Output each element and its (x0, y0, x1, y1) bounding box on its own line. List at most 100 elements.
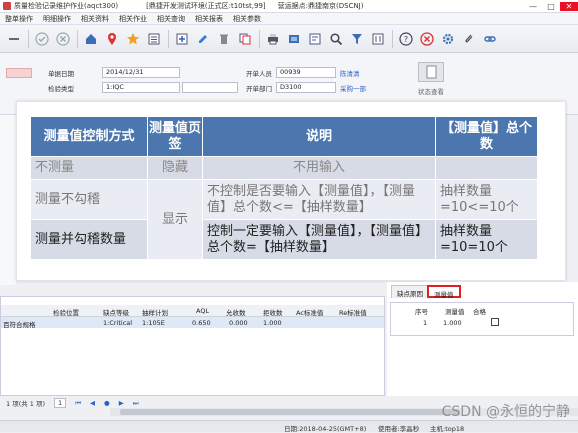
close-window-button[interactable]: ✕ (560, 1, 578, 11)
minimize-window-button[interactable]: — (524, 2, 542, 11)
header-description: 说明 (202, 116, 436, 157)
table-cell: 不测量 (30, 156, 148, 180)
app-icon (3, 2, 11, 10)
column-header[interactable]: Re标准值 (339, 307, 367, 317)
next-page-button[interactable]: ▶ (119, 399, 124, 407)
pass-checkbox[interactable] (491, 318, 499, 326)
filter-icon[interactable] (347, 29, 367, 49)
link-icon[interactable] (480, 29, 500, 49)
column-header[interactable]: AQL (196, 307, 209, 315)
scrollbar-thumb[interactable] (120, 409, 460, 415)
table-cell: 1:Critical (103, 319, 133, 327)
table-cell: 1:105E (142, 319, 165, 327)
left-edge-panel (0, 115, 16, 285)
edit-icon[interactable] (193, 29, 213, 49)
table-cell: 0.000 (229, 319, 248, 327)
sort-icon[interactable] (368, 29, 388, 49)
detail-grid: 检验位置 缺点等级 抽样计划 AQL 允收数 拒收数 Ac标准值 Re标准值 百… (0, 296, 385, 396)
column-header[interactable]: 允收数 (226, 307, 246, 317)
add-icon[interactable] (172, 29, 192, 49)
collapse-icon[interactable] (4, 29, 24, 49)
table-cell: 不控制是否要输入【测量值】，【测量值】总个数<=【抽样数量】 (202, 179, 436, 220)
site-label: 营运据点:鼎捷南京(DSCNJ) (277, 2, 364, 10)
measure-value[interactable]: 1.000 (443, 319, 462, 327)
last-page-button[interactable]: ⏭ (133, 399, 139, 408)
export-icon[interactable] (284, 29, 304, 49)
check-icon[interactable] (32, 29, 52, 49)
explanation-table: 测量值控制方式 测量值页签 说明 【测量值】总个数 不测量 隐藏 不用输入 测量… (30, 116, 538, 260)
header-total-count: 【测量值】总个数 (435, 116, 538, 157)
grid-header: 检验位置 缺点等级 抽样计划 AQL 允收数 拒收数 Ac标准值 Re标准值 (1, 305, 384, 317)
menu-item-doc-ops[interactable]: 整单操作 (0, 14, 38, 24)
home-icon[interactable] (81, 29, 101, 49)
column-header[interactable]: 序号 (415, 306, 428, 316)
page-input[interactable]: 1 (54, 398, 67, 408)
help-icon[interactable]: ? (396, 29, 416, 49)
print-icon[interactable] (263, 29, 283, 49)
list-icon[interactable] (144, 29, 164, 49)
dept-code-field[interactable]: D3100 (276, 82, 336, 93)
measurement-control-explanation: 测量值控制方式 测量值页签 说明 【测量值】总个数 不测量 隐藏 不用输入 测量… (16, 101, 566, 281)
window-title: 质量检验记录维护作业(aqct300) (14, 2, 119, 10)
menu-item-related-query[interactable]: 相关查询 (152, 14, 190, 24)
dept-label: 开单部门 (246, 85, 272, 93)
environment-label: [鼎捷开发测试环境(正式区:t10tst,99] (146, 2, 266, 10)
title-bar: 质量检验记录维护作业(aqct300) [鼎捷开发测试环境(正式区:t10tst… (0, 0, 578, 13)
table-cell: 1.000 (263, 319, 282, 327)
column-header[interactable]: Ac标准值 (296, 307, 323, 317)
measurement-grid: 序号 测量值 合格 1 1.000 (390, 302, 574, 336)
attach-icon[interactable] (459, 29, 479, 49)
settings-icon[interactable] (438, 29, 458, 49)
inspect-type-select[interactable]: 1:IQC (102, 82, 180, 93)
column-header[interactable]: 检验位置 (53, 307, 79, 317)
dept-name[interactable]: 采购一部 (340, 83, 366, 93)
tab-measurement[interactable]: 测量值 (427, 285, 461, 299)
cancel-icon[interactable] (53, 29, 73, 49)
menu-item-detail-ops[interactable]: 明细操作 (38, 14, 76, 24)
header-tab: 测量值页签 (147, 116, 203, 157)
doc-status-icon[interactable] (418, 62, 444, 82)
menu-item-related-reports[interactable]: 相关报表 (190, 14, 228, 24)
opener-name[interactable]: 陈清清 (340, 68, 360, 78)
column-header[interactable]: 拒收数 (263, 307, 283, 317)
column-header[interactable]: 抽样计划 (142, 307, 168, 317)
menu-bar: 整单操作 明细操作 相关资料 相关作业 相关查询 相关报表 相关参数 (0, 13, 578, 25)
search-icon[interactable] (326, 29, 346, 49)
locate-icon[interactable] (102, 29, 122, 49)
table-cell (435, 156, 538, 180)
table-cell: 控制一定要输入【测量值】，【测量值】总个数=【抽样数量】 (202, 219, 436, 260)
status-bar: 日期:2018-04-25(GMT+8) 使用者:李晶秒 主机:top18 (0, 420, 578, 433)
opener-code-field[interactable]: 00939 (276, 67, 336, 78)
column-header[interactable]: 合格 (473, 306, 486, 316)
column-header[interactable]: 测量值 (445, 306, 465, 316)
delete-icon[interactable] (214, 29, 234, 49)
first-page-button[interactable]: ⏮ (75, 399, 81, 408)
table-cell: 百符合规格 (3, 321, 36, 329)
doc-number-field[interactable] (6, 68, 32, 78)
star-icon[interactable] (123, 29, 143, 49)
prev-page-button[interactable]: ◀ (90, 399, 95, 407)
menu-item-related-data[interactable]: 相关资料 (76, 14, 114, 24)
menu-item-related-params[interactable]: 相关参数 (228, 14, 266, 24)
pager-summary: 1 项(共 1 项) (6, 400, 46, 408)
inspect-type-label: 检验类型 (48, 85, 74, 93)
doc-date-field[interactable]: 2014/12/31 (102, 67, 180, 78)
copy-icon[interactable] (235, 29, 255, 49)
toolbar: ? (0, 25, 578, 53)
error-icon[interactable] (417, 29, 437, 49)
query-icon[interactable] (305, 29, 325, 49)
table-cell: 测量不勾稽 (30, 179, 148, 220)
maximize-window-button[interactable]: □ (542, 2, 560, 11)
table-row[interactable]: 百符合规格 1:Critical 1:105E 0.650 0.000 1.00… (1, 317, 384, 329)
doc-date-label: 单据日期 (48, 70, 74, 78)
right-detail-panel: 缺点原因 测量值 序号 测量值 合格 1 1.000 (387, 282, 578, 396)
measure-seq: 1 (423, 319, 428, 327)
tab-defect-reason[interactable]: 缺点原因 (391, 285, 429, 298)
table-cell: 0.650 (192, 319, 211, 327)
svg-text:?: ? (404, 35, 408, 44)
table-cell: 抽样数量=10<=10个 (435, 179, 538, 220)
inspect-type-extra[interactable] (182, 82, 238, 93)
status-view-label[interactable]: 状态查看 (418, 86, 444, 96)
column-header[interactable]: 缺点等级 (103, 307, 129, 317)
menu-item-related-jobs[interactable]: 相关作业 (114, 14, 152, 24)
